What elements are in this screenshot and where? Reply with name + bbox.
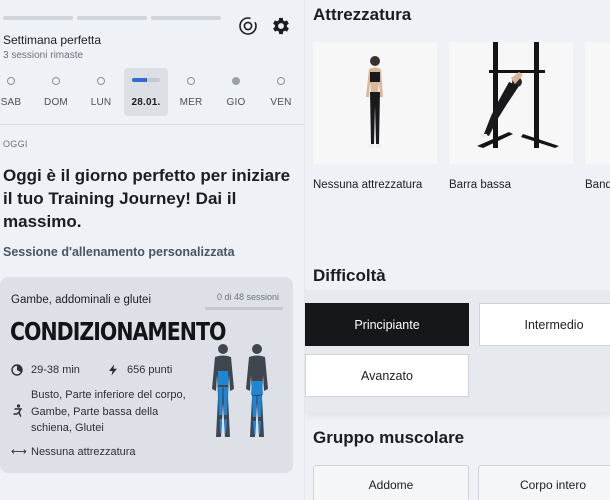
- equipment-option-band[interactable]: Band: [585, 42, 610, 194]
- workout-title: CONDIZIONAMENTO: [10, 317, 226, 346]
- section-label-today: OGGI: [3, 139, 28, 149]
- day-label: GIO: [226, 97, 246, 108]
- muscle-option-full-body[interactable]: Corpo intero: [478, 465, 610, 500]
- week-progress-segment: [151, 16, 221, 20]
- muscle-figures-illustration: [212, 344, 268, 437]
- dumbbell-icon: ⟷: [11, 446, 27, 458]
- day-progress-fill: [132, 78, 148, 82]
- target-icon[interactable]: [237, 15, 259, 37]
- equipment-image-low-bar: [449, 42, 573, 164]
- day-label: MER: [179, 97, 203, 108]
- lightning-icon: [109, 364, 117, 376]
- equipment-image-band: [585, 42, 610, 164]
- day-dom[interactable]: DOM: [34, 68, 78, 116]
- equipment-option-none[interactable]: Nessuna attrezzatura: [313, 42, 437, 194]
- difficulty-option-beginner[interactable]: Principiante: [305, 303, 469, 346]
- divider: [0, 124, 304, 125]
- duration-text: 29-38 min: [31, 364, 80, 376]
- equipment-label: Nessuna attrezzatura: [313, 179, 423, 191]
- equipment-text: Nessuna attrezzatura: [31, 446, 136, 458]
- points-text: 656 punti: [127, 364, 173, 376]
- day-label: LUN: [90, 97, 112, 108]
- day-status-dot: [232, 77, 240, 85]
- day-ven[interactable]: VEN: [259, 68, 303, 116]
- day-label: SAB: [0, 97, 22, 108]
- equipment-label: Barra bassa: [449, 179, 512, 191]
- workout-category: Gambe, addominali e glutei: [11, 294, 151, 306]
- day-today[interactable]: 28.01.: [124, 68, 168, 116]
- body-parts-icon: [13, 404, 23, 417]
- clock-icon: [11, 364, 23, 376]
- duration-stat: 29-38 min: [11, 364, 101, 378]
- week-title: Settimana perfetta: [3, 33, 102, 47]
- today-headline: Oggi è il giorno perfetto per iniziare i…: [3, 166, 291, 231]
- equipment-option-low-bar[interactable]: Barra bassa: [449, 42, 573, 194]
- day-status-dot: [7, 77, 15, 85]
- equipment-image-none: [313, 42, 437, 164]
- sessions-progress-bar: [205, 307, 283, 310]
- day-label: VEN: [270, 97, 292, 108]
- day-status-dot: [52, 77, 60, 85]
- muscle-group-section-title: Gruppo muscolare: [313, 428, 465, 447]
- workout-card[interactable]: Gambe, addominali e glutei 0 di 48 sessi…: [0, 277, 293, 473]
- muscle-option-abs[interactable]: Addome: [313, 465, 469, 500]
- training-plan-panel: Settimana perfetta 3 sessioni rimaste SA…: [0, 0, 304, 500]
- body-parts-text: Busto, Parte inferiore del corpo, Gambe,…: [31, 389, 186, 434]
- week-progress-bars: [3, 16, 221, 20]
- day-label: DOM: [44, 97, 68, 108]
- equipment-label: Band: [585, 179, 610, 191]
- equipment-section-title: Attrezzatura: [313, 5, 412, 24]
- day-selector: SAB DOM LUN 28.01. MER GIO VEN: [0, 68, 304, 118]
- day-progress-bar: [132, 78, 160, 82]
- difficulty-section-title: Difficoltà: [313, 266, 386, 285]
- day-label: 28.01.: [131, 97, 161, 108]
- gear-icon[interactable]: [270, 15, 292, 37]
- week-progress-segment: [3, 16, 73, 20]
- week-progress-segment: [77, 16, 147, 20]
- day-lun[interactable]: LUN: [79, 68, 123, 116]
- filters-panel: Attrezzatura Nessuna attrezzatura Barra …: [304, 0, 610, 500]
- week-subtitle: 3 sessioni rimaste: [3, 50, 84, 61]
- custom-session-link[interactable]: Sessione d'allenamento personalizzata: [3, 245, 235, 259]
- difficulty-option-intermediate[interactable]: Intermedio: [479, 303, 610, 346]
- points-stat: 656 punti: [107, 364, 197, 378]
- day-status-dot: [277, 77, 285, 85]
- day-status-dot: [187, 77, 195, 85]
- low-bar-image: [449, 42, 573, 164]
- sessions-count: 0 di 48 sessioni: [216, 292, 279, 302]
- day-status-dot: [97, 77, 105, 85]
- day-mer[interactable]: MER: [169, 68, 213, 116]
- day-gio[interactable]: GIO: [214, 68, 258, 116]
- standing-woman-image: [313, 42, 437, 164]
- day-sab[interactable]: SAB: [0, 68, 33, 116]
- difficulty-option-advanced[interactable]: Avanzato: [305, 354, 469, 397]
